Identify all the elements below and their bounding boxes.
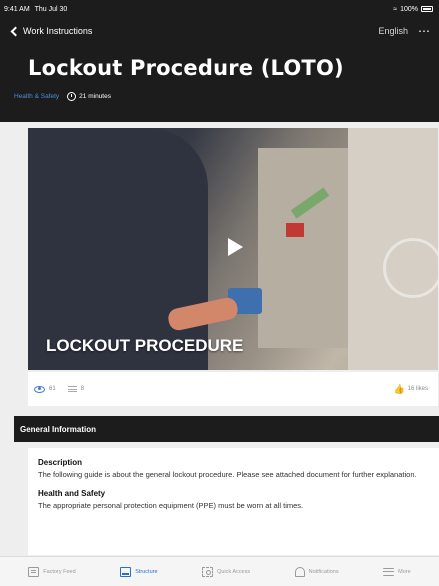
header: Work Instructions English ⋯ Lockout Proc… xyxy=(0,18,439,122)
video-frame-switch xyxy=(286,223,304,237)
tab-factory-feed[interactable]: Factory Feed xyxy=(28,566,76,577)
video-caption: LOCKOUT PROCEDURE xyxy=(46,336,244,355)
info-text: The following guide is about the general… xyxy=(38,470,417,479)
more-options-icon[interactable]: ⋯ xyxy=(418,24,431,38)
page-title: Lockout Procedure (LOTO) xyxy=(28,56,344,80)
wifi-icon: ≈ xyxy=(393,5,398,13)
quick-access-icon xyxy=(202,566,214,577)
video-frame-hose xyxy=(383,238,438,298)
tab-notifications[interactable]: Notifications xyxy=(294,566,339,577)
section-header: General Information xyxy=(14,416,439,442)
menu-icon xyxy=(383,567,395,576)
category-link[interactable]: Health & Safety xyxy=(14,93,59,100)
chevron-left-icon xyxy=(10,26,21,36)
status-date: Thu Jul 30 xyxy=(34,5,68,13)
duration-label: 21 minutes xyxy=(79,93,111,100)
steps-icon xyxy=(67,386,77,392)
video-frame-panel xyxy=(258,148,348,348)
info-block-description: Description The following guide is about… xyxy=(38,458,433,480)
tab-quick-access[interactable]: Quick Access xyxy=(202,566,251,577)
play-icon[interactable] xyxy=(228,238,243,256)
view-count: 61 xyxy=(49,386,56,392)
back-label: Work Instructions xyxy=(23,26,93,36)
tab-label: Quick Access xyxy=(217,568,251,575)
battery-percent: 100% xyxy=(400,5,418,13)
status-bar: 9:41 AM Thu Jul 30 ≈ 100% xyxy=(0,0,439,18)
nav-bar: Work Instructions English ⋯ xyxy=(0,18,439,44)
eye-icon xyxy=(34,385,45,393)
info-title: Description xyxy=(38,458,83,467)
language-selector[interactable]: English xyxy=(378,26,408,36)
video-frame-figure xyxy=(28,128,208,370)
tab-label: More xyxy=(398,568,411,575)
info-block-health-safety: Health and Safety The appropriate person… xyxy=(38,489,433,511)
page-meta: Health & Safety 21 minutes xyxy=(0,80,439,101)
like-count: 16 likes xyxy=(407,386,428,392)
back-button[interactable]: Work Instructions xyxy=(10,26,93,36)
step-count: 8 xyxy=(80,386,85,392)
battery-icon xyxy=(421,6,433,12)
feed-icon xyxy=(28,566,40,577)
clock-icon xyxy=(67,92,77,101)
status-time: 9:41 AM xyxy=(4,5,30,13)
tab-label: Notifications xyxy=(308,568,339,575)
structure-icon xyxy=(120,566,132,577)
info-title: Health and Safety xyxy=(38,489,106,498)
tab-label: Structure xyxy=(135,568,158,575)
tab-label: Factory Feed xyxy=(43,568,76,575)
thumbs-up-icon[interactable]: 👍 xyxy=(394,384,405,394)
video-player[interactable]: LOCKOUT PROCEDURE xyxy=(28,128,438,370)
tab-structure[interactable]: Structure xyxy=(120,566,158,577)
stats-bar: 61 8 👍 16 likes xyxy=(28,372,438,406)
bell-icon xyxy=(294,566,305,577)
info-card: Description The following guide is about… xyxy=(28,448,439,555)
info-text: The appropriate personal protection equi… xyxy=(38,501,304,510)
tab-bar: Factory Feed Structure Quick Access Noti… xyxy=(0,556,439,586)
tab-more[interactable]: More xyxy=(383,567,411,576)
